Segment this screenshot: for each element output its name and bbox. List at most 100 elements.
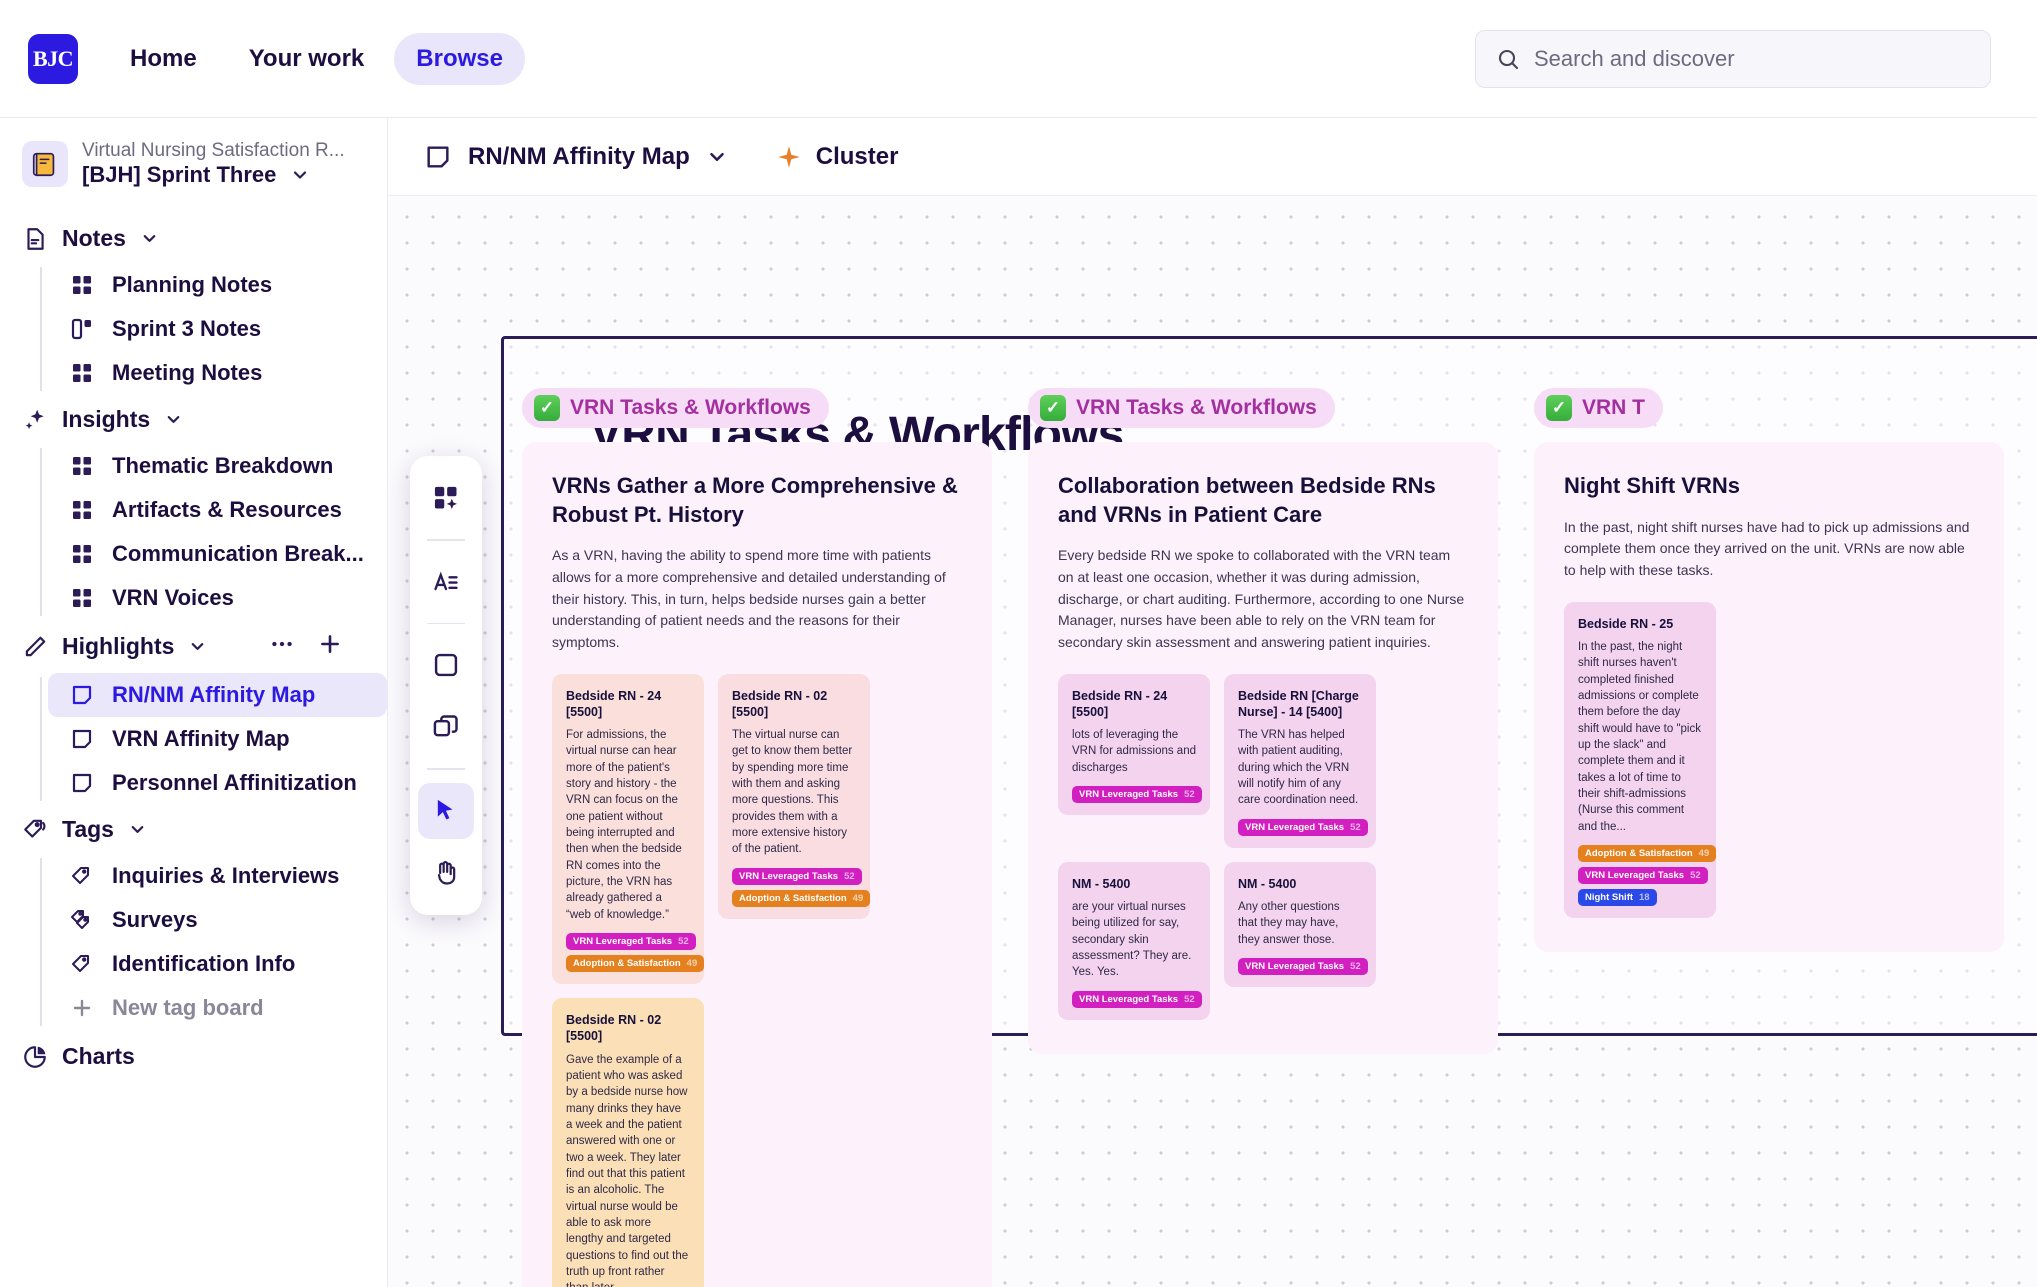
chevron-down-icon[interactable] [140,229,159,248]
chevron-down-icon[interactable] [290,165,310,185]
sidebar-item-surveys[interactable]: Surveys [48,898,387,942]
sidebar-item-personnel-affinitization[interactable]: Personnel Affinitization [48,761,387,805]
shape-tool[interactable] [418,637,474,693]
sidebar-item-new-tag-board[interactable]: New tag board [48,986,387,1030]
sticky-note[interactable]: Bedside RN [Charge Nurse] - 14 [5400] Th… [1224,673,1376,848]
note-tag-count: 49 [686,958,698,970]
sticky-note[interactable]: Bedside RN - 25 In the past, the night s… [1564,601,1717,918]
grid-icon [70,542,94,566]
note-tag-count: 52 [1184,789,1195,801]
sidebar-group-label: Notes [62,225,126,251]
sidebar-item-charts[interactable]: Charts [0,1030,387,1083]
cluster-card[interactable]: Night Shift VRNs In the past, night shif… [1534,442,2004,952]
canvas-stage[interactable]: VRN Tasks & Workflows ✓ VRN Tasks & Work… [388,196,2037,1287]
tag-icon [70,864,94,888]
nav-item-home[interactable]: Home [108,33,219,85]
sidebar-item-label: Identification Info [112,951,296,976]
cluster-tag-label: VRN Tasks & Workflows [1076,396,1317,419]
sidebar-item-thematic-breakdown[interactable]: Thematic Breakdown [48,444,387,488]
cluster-card[interactable]: VRNs Gather a More Comprehensive & Robus… [522,442,992,1287]
sticky-note[interactable]: Bedside RN - 24 [5500] lots of leveragin… [1058,673,1210,816]
sidebar-item-label: VRN Affinity Map [112,726,290,751]
chevron-down-icon[interactable] [128,820,147,839]
sidebar-item-communication-breakdown[interactable]: Communication Break... [48,532,387,576]
cluster-tag[interactable]: ✓ VRN Tasks & Workflows [522,388,829,428]
sticky-grid-tool[interactable] [418,470,474,526]
note-tag[interactable]: VRN Leveraged Tasks 52 [1578,866,1708,884]
bjc-logo[interactable]: BJC [28,33,78,84]
sidebar-item-planning-notes[interactable]: Planning Notes [48,263,387,307]
sidebar-item-label: Surveys [112,907,198,932]
sticky-note-tags: VRN Leveraged Tasks 52 [1072,990,1202,1008]
columns-icon [70,317,94,341]
search-icon [1496,47,1520,71]
search-input[interactable] [1534,45,1970,72]
nav-item-your-work[interactable]: Your work [227,33,387,85]
note-tag[interactable]: Adoption & Satisfaction 49 [566,955,705,973]
note-tag[interactable]: VRN Leveraged Tasks 52 [1072,990,1202,1008]
add-highlight-icon[interactable] [313,631,347,662]
sidebar-group-tags[interactable]: Tags [0,805,387,854]
cluster-tag[interactable]: ✓ VRN Tasks & Workflows [1028,388,1335,428]
note-tag[interactable]: VRN Leveraged Tasks 52 [566,933,696,951]
note-tag[interactable]: VRN Leveraged Tasks 52 [1238,818,1368,836]
chevron-down-icon[interactable] [164,410,183,429]
nav-item-browse[interactable]: Browse [394,32,525,85]
note-tag[interactable]: VRN Leveraged Tasks 52 [1072,786,1202,804]
sidebar-item-label: Charts [62,1043,135,1069]
sticky-note[interactable]: Bedside RN - 24 [5500] For admissions, t… [552,673,705,985]
project-switcher[interactable]: Virtual Nursing Satisfaction R... [BJH] … [0,132,387,196]
note-tag[interactable]: Adoption & Satisfaction 49 [1578,844,1717,862]
sidebar-group-notes[interactable]: Notes [0,214,387,263]
note-tag[interactable]: VRN Leveraged Tasks 52 [732,867,862,885]
grid-icon [70,498,94,522]
chevron-down-icon[interactable] [706,146,728,168]
sidebar-item-meeting-notes[interactable]: Meeting Notes [48,351,387,395]
sidebar-item-sprint-3-notes[interactable]: Sprint 3 Notes [48,307,387,351]
sticky-note-body: Gave the example of a patient who was as… [566,1053,689,1287]
sidebar-group-label: Tags [62,816,114,842]
sidebar-item-rn-nm-affinity-map[interactable]: RN/NM Affinity Map [48,673,387,717]
sticky-note[interactable]: NM - 5400 Any other questions that they … [1224,861,1376,987]
sticky-note[interactable]: Bedside RN - 02 [5500] Gave the example … [552,998,704,1287]
sticky-note[interactable]: NM - 5400 are your virtual nurses being … [1058,861,1210,1020]
sidebar-item-inquiries-interviews[interactable]: Inquiries & Interviews [48,854,387,898]
sidebar-item-vrn-voices[interactable]: VRN Voices [48,576,387,620]
sidebar-group-insights[interactable]: Insights [0,395,387,444]
sidebar-item-identification-info[interactable]: Identification Info [48,942,387,986]
sticky-note-tags: VRN Leveraged Tasks 52 Adoption & Satisfa… [566,933,705,973]
frame-tool[interactable] [418,699,474,755]
sidebar-item-label: Artifacts & Resources [112,497,342,522]
sidebar-subitems-tags: Inquiries & Interviews Surveys Identific… [40,854,387,1030]
note-tag-label: VRN Leveraged Tasks [1079,789,1179,801]
sticky-note[interactable]: Bedside RN - 02 [5500] The virtual nurse… [718,673,871,919]
note-tag-label: VRN Leveraged Tasks [1079,993,1179,1005]
project-subtitle: Virtual Nursing Satisfaction R... [82,140,345,161]
sidebar-group-label: Highlights [62,633,175,659]
cluster-button[interactable]: Cluster [776,143,898,171]
sidebar-group-highlights[interactable]: Highlights [0,620,387,673]
check-icon: ✓ [534,395,560,421]
project-title: [BJH] Sprint Three [82,162,277,187]
board-icon [424,143,452,171]
note-tag-count: 52 [1690,869,1701,881]
sidebar-item-vrn-affinity-map[interactable]: VRN Affinity Map [48,717,387,761]
search-bar[interactable] [1475,29,1991,88]
sidebar-item-artifacts-resources[interactable]: Artifacts & Resources [48,488,387,532]
cluster-card[interactable]: Collaboration between Bedside RNs and VR… [1028,442,1498,1054]
select-tool[interactable] [418,782,474,839]
hand-tool[interactable] [418,845,474,901]
cluster-card-description: As a VRN, having the ability to spend mo… [552,547,946,650]
board-selector[interactable]: RN/NM Affinity Map [424,143,728,171]
chevron-down-icon[interactable] [188,637,207,656]
text-tool[interactable] [418,554,474,610]
note-tag[interactable]: VRN Leveraged Tasks 52 [1238,958,1368,975]
note-tag[interactable]: Night Shift 18 [1578,888,1657,906]
canvas-toolbar: RN/NM Affinity Map Cluster [388,118,2037,196]
board-icon [70,683,94,707]
note-tag[interactable]: Adoption & Satisfaction 49 [732,889,871,907]
cluster-tag[interactable]: ✓ VRN T [1534,388,1663,428]
cluster-card-title: Night Shift VRNs [1564,473,1740,498]
more-options-icon[interactable] [265,631,299,662]
cluster-card-description: In the past, night shift nurses have had… [1564,518,1970,578]
